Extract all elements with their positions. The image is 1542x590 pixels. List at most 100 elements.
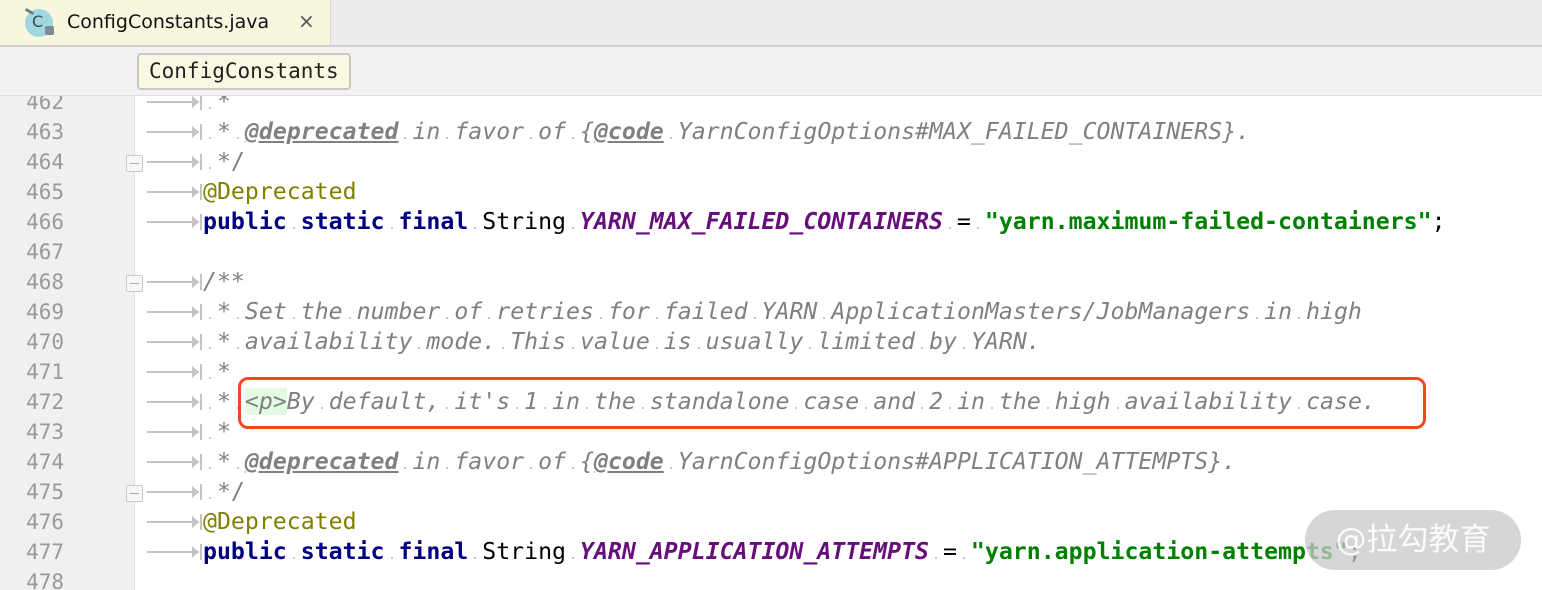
code-token-star: */ bbox=[203, 478, 245, 505]
code-line[interactable]: 474 * @deprecated in favor of {@code Yar… bbox=[0, 447, 1542, 477]
code-token-comment: Set the number of retries for failed YAR… bbox=[244, 298, 1362, 325]
code-line[interactable]: 465 @Deprecated bbox=[0, 177, 1542, 207]
tab-whitespace-arrow-icon bbox=[147, 214, 202, 230]
code-token-plain: ; bbox=[1431, 208, 1446, 235]
code-token-star: * bbox=[203, 448, 245, 475]
code-token-str: "yarn.application-attempts" bbox=[970, 538, 1348, 565]
tab-whitespace-arrow-icon bbox=[147, 514, 202, 530]
code-text: public static final String YARN_APPLICAT… bbox=[203, 537, 1362, 567]
code-line[interactable]: 475 */ bbox=[0, 477, 1542, 507]
code-token-star: * bbox=[203, 118, 245, 145]
tab-whitespace-arrow-icon bbox=[147, 184, 202, 200]
code-token-const: YARN_MAX_FAILED_CONTAINERS bbox=[579, 208, 943, 235]
tab-whitespace-arrow-icon bbox=[147, 96, 202, 110]
code-token-star: * bbox=[203, 298, 245, 325]
code-token-star: * bbox=[203, 418, 231, 445]
line-number: 477 bbox=[26, 540, 64, 564]
tab-whitespace-arrow-icon bbox=[147, 334, 202, 350]
line-number: 476 bbox=[26, 510, 64, 534]
line-number: 467 bbox=[26, 240, 64, 264]
code-token-kw: public bbox=[203, 538, 287, 565]
code-line[interactable]: 470 * availability mode. This value is u… bbox=[0, 327, 1542, 357]
class-letter: C bbox=[32, 12, 44, 31]
code-token-ann: @Deprecated bbox=[203, 508, 357, 535]
close-icon[interactable]: × bbox=[298, 9, 315, 33]
code-token-plain: = bbox=[943, 208, 985, 235]
code-text: */ bbox=[203, 477, 245, 507]
line-number: 478 bbox=[26, 570, 64, 590]
code-token-comment: in favor of { bbox=[398, 448, 594, 475]
tab-whitespace-arrow-icon bbox=[147, 364, 202, 380]
code-token-plain bbox=[385, 208, 399, 235]
tab-whitespace-arrow-icon bbox=[147, 154, 202, 170]
code-token-tag: @code bbox=[593, 118, 664, 145]
code-token-plain bbox=[287, 538, 301, 565]
code-text: @Deprecated bbox=[203, 177, 357, 207]
code-line[interactable]: 462 * bbox=[0, 96, 1542, 117]
highlight-annotation-box bbox=[238, 377, 1426, 429]
code-token-kw: static bbox=[300, 208, 385, 235]
tab-whitespace-arrow-icon bbox=[147, 274, 202, 290]
code-text: /** bbox=[203, 267, 245, 297]
tab-whitespace-arrow-icon bbox=[147, 304, 202, 320]
breadcrumb-bar: ConfigConstants bbox=[0, 47, 1542, 96]
line-number: 462 bbox=[26, 96, 64, 114]
code-token-comment: in favor of { bbox=[398, 118, 594, 145]
code-lines: 462 * 463 * @deprecated in favor of {@cod… bbox=[0, 96, 1542, 590]
code-token-star: * bbox=[203, 358, 231, 385]
code-token-comment: YarnConfigOptions#MAX_FAILED_CONTAINERS}… bbox=[664, 118, 1250, 145]
code-token-plain: = bbox=[929, 538, 971, 565]
code-token-const: YARN_APPLICATION_ATTEMPTS bbox=[579, 538, 929, 565]
line-number: 474 bbox=[26, 450, 64, 474]
tab-configconstants-java[interactable]: C ConfigConstants.java × bbox=[0, 0, 331, 45]
line-number: 463 bbox=[26, 120, 64, 144]
java-class-locked-icon: C bbox=[24, 7, 54, 37]
line-number: 468 bbox=[26, 270, 64, 294]
line-number: 473 bbox=[26, 420, 64, 444]
code-text: * bbox=[203, 96, 231, 117]
tab-whitespace-arrow-icon bbox=[147, 424, 202, 440]
code-token-plain: String bbox=[468, 208, 580, 235]
tab-whitespace-arrow-icon bbox=[147, 544, 202, 560]
code-token-plain bbox=[287, 208, 301, 235]
code-token-star: * bbox=[203, 328, 245, 355]
fold-toggle-icon[interactable] bbox=[126, 485, 143, 502]
code-text: * bbox=[203, 417, 231, 447]
breadcrumb-class[interactable]: ConfigConstants bbox=[137, 53, 351, 90]
fold-toggle-icon[interactable] bbox=[126, 155, 143, 172]
fold-toggle-icon[interactable] bbox=[126, 275, 143, 292]
code-line[interactable]: 467 bbox=[0, 237, 1542, 267]
code-editor[interactable]: 462 * 463 * @deprecated in favor of {@cod… bbox=[0, 96, 1542, 590]
code-token-tag: @deprecated bbox=[244, 118, 399, 145]
lock-icon bbox=[45, 26, 54, 35]
tab-whitespace-arrow-icon bbox=[147, 394, 202, 410]
code-token-star: */ bbox=[203, 148, 245, 175]
code-token-plain: String bbox=[468, 538, 580, 565]
code-line[interactable]: 478 bbox=[0, 567, 1542, 590]
line-number: 470 bbox=[26, 330, 64, 354]
code-text: * @deprecated in favor of {@code YarnCon… bbox=[203, 117, 1250, 147]
code-text: */ bbox=[203, 147, 245, 177]
code-token-comment: YarnConfigOptions#APPLICATION_ATTEMPTS}. bbox=[664, 448, 1236, 475]
code-token-plain bbox=[385, 538, 399, 565]
code-text: public static final String YARN_MAX_FAIL… bbox=[203, 207, 1446, 237]
line-number: 465 bbox=[26, 180, 64, 204]
tab-whitespace-arrow-icon bbox=[147, 124, 202, 140]
code-token-str: "yarn.maximum-failed-containers" bbox=[984, 208, 1432, 235]
code-line[interactable]: 464 */ bbox=[0, 147, 1542, 177]
code-token-ann: @Deprecated bbox=[203, 178, 357, 205]
code-line[interactable]: 469 * Set the number of retries for fail… bbox=[0, 297, 1542, 327]
code-text: * @deprecated in favor of {@code YarnCon… bbox=[203, 447, 1236, 477]
code-token-kw: final bbox=[398, 538, 469, 565]
tab-label: ConfigConstants.java bbox=[67, 11, 270, 33]
code-token-star: * bbox=[203, 96, 231, 115]
code-line[interactable]: 466 public static final String YARN_MAX_F… bbox=[0, 207, 1542, 237]
code-line[interactable]: 463 * @deprecated in favor of {@code Yar… bbox=[0, 117, 1542, 147]
line-number: 464 bbox=[26, 150, 64, 174]
code-line[interactable]: 468 /** bbox=[0, 267, 1542, 297]
code-text: * bbox=[203, 357, 231, 387]
code-text: * Set the number of retries for failed Y… bbox=[203, 297, 1362, 327]
tab-whitespace-arrow-icon bbox=[147, 484, 202, 500]
code-token-tag: @code bbox=[593, 448, 664, 475]
code-token-comment: /** bbox=[203, 268, 245, 295]
